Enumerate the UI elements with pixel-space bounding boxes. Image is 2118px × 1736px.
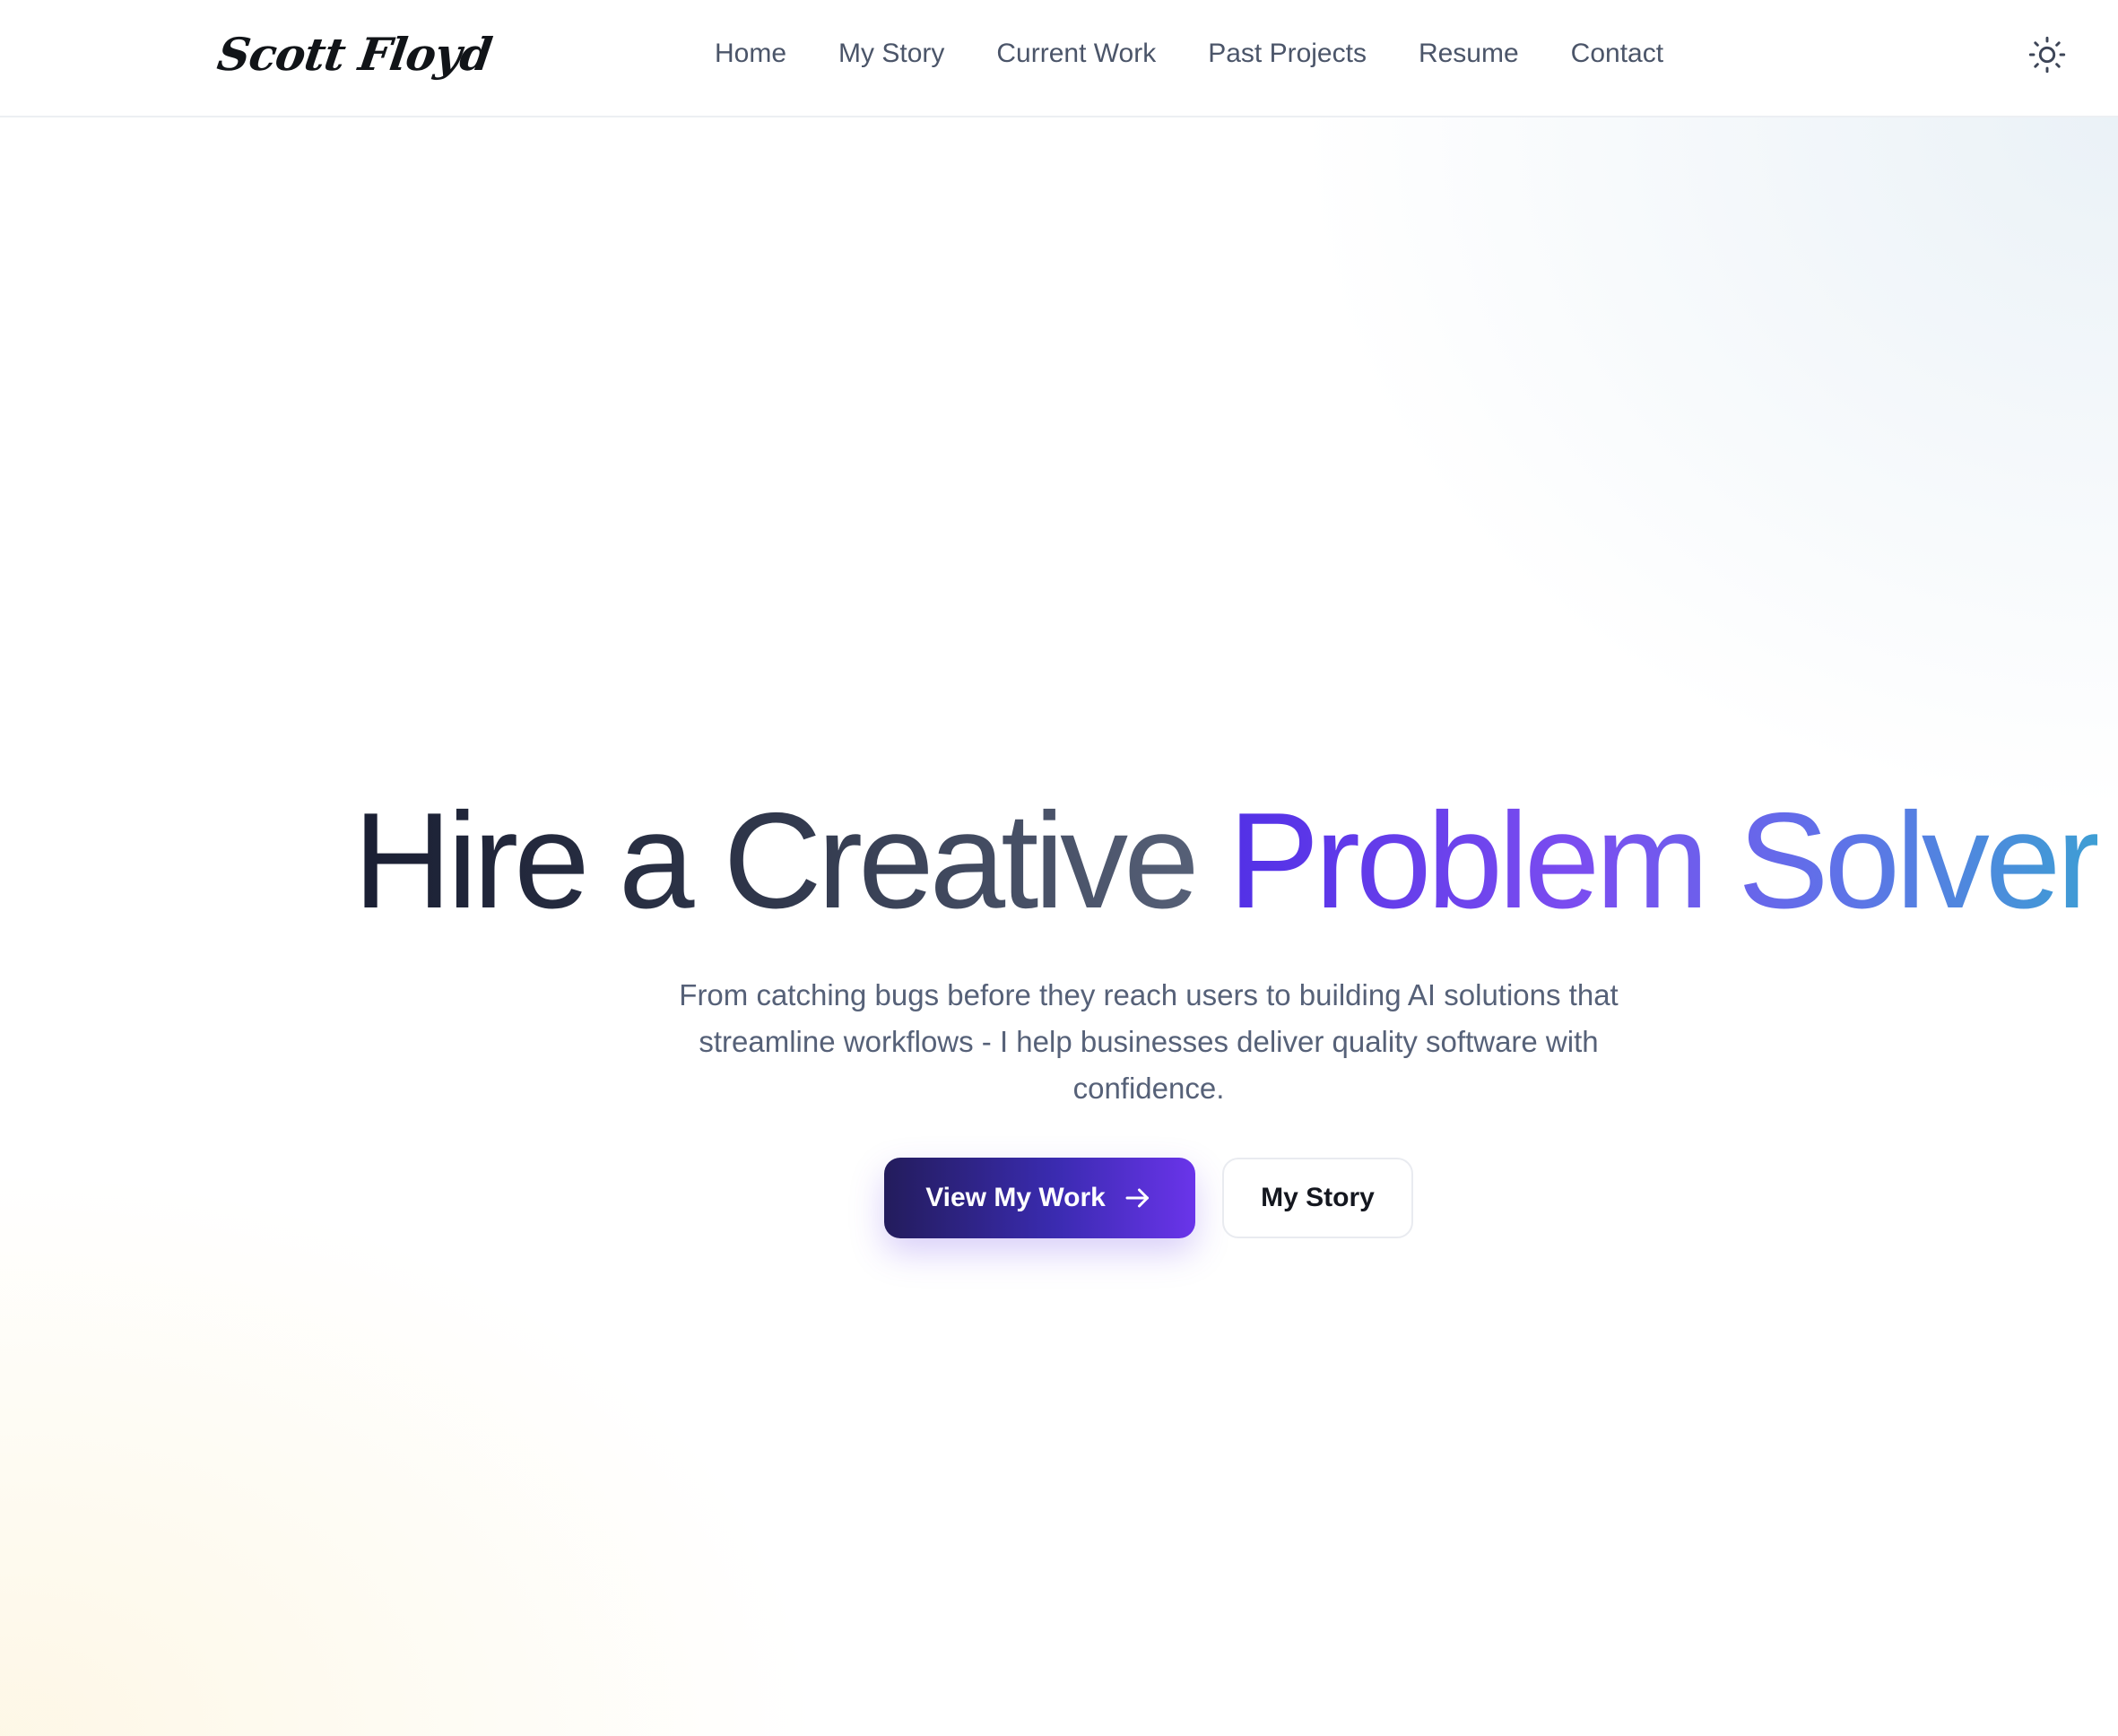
nav-current-work[interactable]: Current Work — [996, 39, 1156, 69]
site-header: Scott Floyd Home My Story Current Work P… — [0, 0, 2118, 117]
my-story-button[interactable]: My Story — [1222, 1158, 1413, 1238]
my-story-button-label: My Story — [1261, 1183, 1375, 1212]
site-logo[interactable]: Scott Floyd — [213, 23, 495, 86]
hero-cta-row: View My Work My Story — [884, 1158, 1413, 1238]
hero-title-highlight: Problem Solver — [1228, 785, 2102, 937]
view-my-work-button[interactable]: View My Work — [884, 1158, 1195, 1238]
nav-my-story[interactable]: My Story — [838, 39, 944, 69]
main-nav: Home My Story Current Work Past Projects… — [715, 33, 1663, 74]
nav-home[interactable]: Home — [715, 39, 786, 69]
nav-contact[interactable]: Contact — [1571, 39, 1663, 69]
nav-past-projects[interactable]: Past Projects — [1208, 39, 1367, 69]
hero-subtitle: From catching bugs before they reach use… — [679, 978, 1619, 1105]
sun-icon — [2028, 36, 2066, 74]
hero-title: Hire a Creative Problem Solver — [0, 780, 2118, 942]
arrow-right-icon — [1125, 1188, 1149, 1208]
theme-toggle-button[interactable] — [2025, 32, 2070, 77]
view-my-work-label: View My Work — [925, 1183, 1106, 1212]
hero-title-plain: Hire a Creative — [353, 785, 1200, 937]
nav-resume[interactable]: Resume — [1419, 39, 1519, 69]
